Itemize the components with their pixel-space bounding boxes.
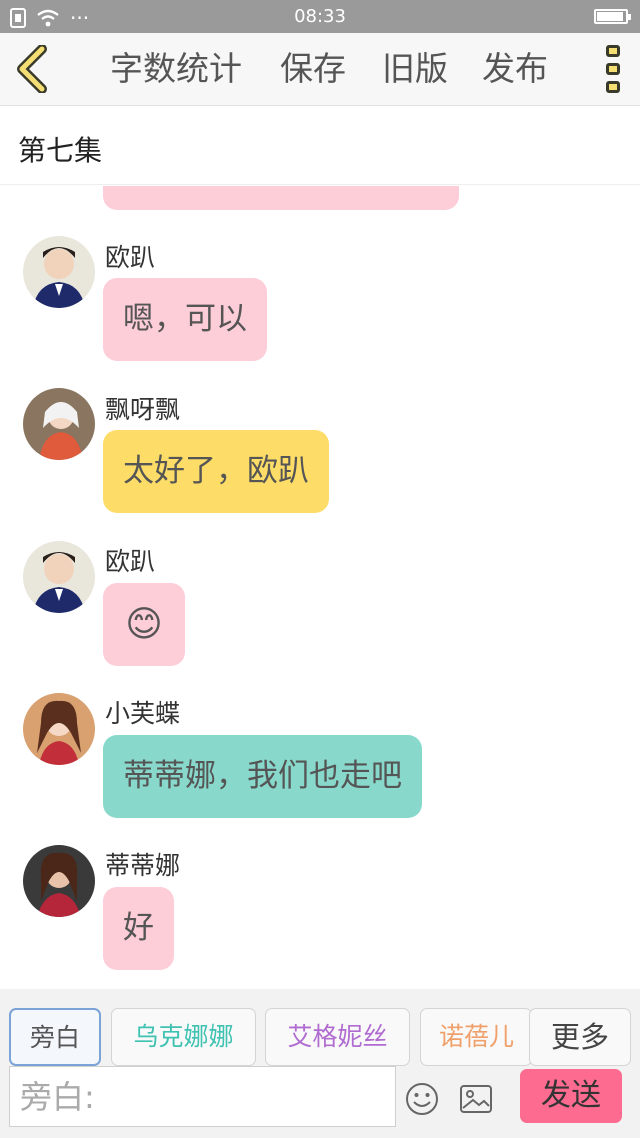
message-input-box[interactable] <box>9 1066 396 1127</box>
speaker-name: 小芙蝶 <box>105 699 181 728</box>
avatar-image <box>23 845 95 917</box>
smile-emoji: 😊 <box>125 604 163 645</box>
character-chip-narrator[interactable]: 旁白 <box>9 1008 101 1066</box>
more-characters-button[interactable]: 更多 <box>529 1008 631 1066</box>
image-icon <box>460 1085 492 1113</box>
menu-icon[interactable] <box>606 45 620 93</box>
save-button[interactable]: 保存 <box>280 47 346 91</box>
emoji-icon <box>406 1083 438 1115</box>
message-bubble[interactable]: 嗯，可以 <box>103 278 267 361</box>
character-chip-nuobeier[interactable]: 诺蓓儿 <box>420 1008 532 1066</box>
avatar-opa[interactable] <box>23 236 95 308</box>
back-button[interactable] <box>12 44 56 94</box>
status-bar: ··· 08:33 <box>0 0 640 33</box>
message-bubble[interactable]: 蒂蒂娜，我们也走吧 <box>103 735 422 818</box>
speaker-name: 飘呀飘 <box>105 395 181 424</box>
chat-list[interactable]: 欧趴 嗯，可以 飘呀飘 太好了，欧趴 欧趴 😊 小芙蝶 蒂蒂娜，我们也走吧 蒂蒂… <box>0 186 640 989</box>
toolbar: 字数统计 保存 旧版 发布 <box>0 33 640 106</box>
publish-button[interactable]: 发布 <box>482 47 548 91</box>
avatar-opa[interactable] <box>23 541 95 613</box>
avatar-image <box>23 541 95 613</box>
avatar-image <box>23 236 95 308</box>
send-button[interactable]: 发送 <box>520 1069 622 1123</box>
episode-header[interactable]: 第七集 <box>0 107 640 185</box>
episode-title: 第七集 <box>18 134 103 167</box>
avatar-xiaofudie[interactable] <box>23 693 95 765</box>
character-chip-wukenana[interactable]: 乌克娜娜 <box>111 1008 256 1066</box>
message-bubble[interactable]: 好 <box>103 887 174 970</box>
speaker-name: 欧趴 <box>105 243 156 272</box>
emoji-button[interactable] <box>405 1082 439 1116</box>
back-chevron-icon <box>17 44 47 94</box>
composer-area: 旁白 乌克娜娜 艾格妮丝 诺蓓儿 更多 发送 <box>0 989 640 1138</box>
character-chip-aigenisi[interactable]: 艾格妮丝 <box>265 1008 410 1066</box>
speaker-name: 欧趴 <box>105 547 156 576</box>
speaker-name: 蒂蒂娜 <box>105 851 181 880</box>
word-count-button[interactable]: 字数统计 <box>110 47 242 91</box>
image-button[interactable] <box>459 1082 493 1116</box>
message-bubble-partial[interactable] <box>103 186 459 210</box>
message-bubble[interactable]: 😊 <box>103 583 185 666</box>
avatar-image <box>23 388 95 460</box>
message-input[interactable] <box>10 1067 395 1126</box>
battery-icon <box>594 9 631 24</box>
avatar-tidina[interactable] <box>23 845 95 917</box>
avatar-piaoyapiao[interactable] <box>23 388 95 460</box>
status-time: 08:33 <box>294 6 346 27</box>
message-bubble[interactable]: 太好了，欧趴 <box>103 430 329 513</box>
old-version-button[interactable]: 旧版 <box>382 47 448 91</box>
avatar-image <box>23 693 95 765</box>
